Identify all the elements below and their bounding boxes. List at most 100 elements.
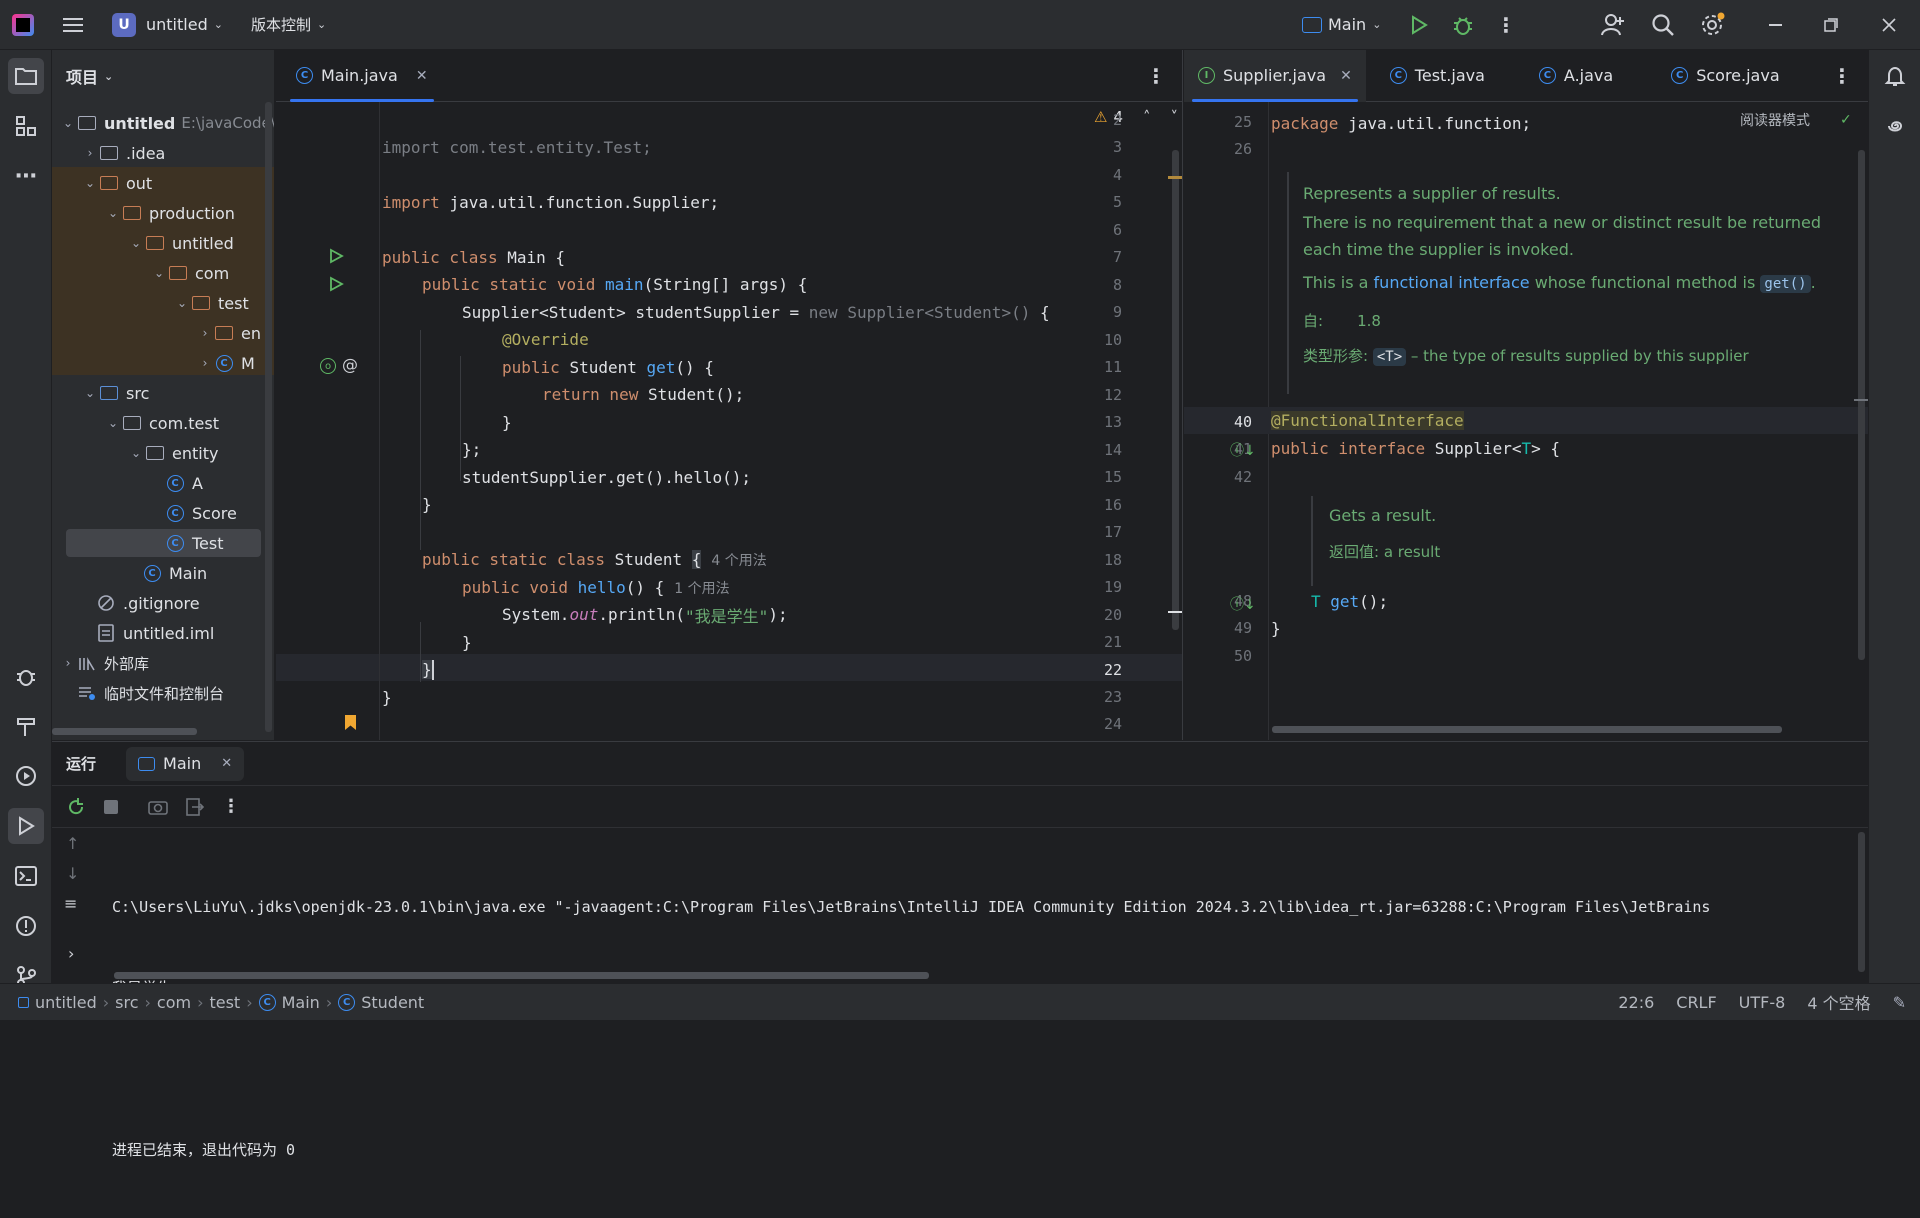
ai-assistant-button[interactable] [1877,108,1913,144]
tab-score-java[interactable]: C Score.java [1657,50,1793,102]
code-line-11[interactable]: public Student get() { [502,354,714,381]
minimize-button[interactable] [1760,14,1790,36]
code-line-10[interactable]: @Override [502,326,589,353]
tree-item-untitled-out[interactable]: ⌄ untitled [128,228,274,258]
tree-item-production[interactable]: ⌄ production [105,198,274,228]
tree-item-out[interactable]: ⌄ out [82,168,274,198]
code-line-9[interactable]: Supplier<Student> studentSupplier = new … [462,299,1050,326]
tree-item-score[interactable]: C Score [164,498,274,528]
vcs-menu[interactable]: 版本控制 ⌄ [243,7,334,43]
tree-item-test-out[interactable]: ⌄ test [174,288,274,318]
camera-icon[interactable] [148,798,168,816]
run-gutter-button[interactable] [328,248,344,268]
tree-item-entity-out[interactable]: › en [197,318,274,348]
add-user-button[interactable] [1600,12,1628,38]
breadcrumb-main[interactable]: C Main [253,993,326,1012]
implemented-gutter-icon[interactable]: ⓘ↓ [1230,440,1256,460]
tree-item-src[interactable]: ⌄ src [82,378,274,408]
arrow-down-icon[interactable]: ↓ [66,864,79,883]
tree-item-idea[interactable]: › .idea [82,138,274,168]
code-line-48[interactable]: T get (); [1311,588,1388,615]
more-icon[interactable]: ⋮ [222,796,240,817]
tree-item-com-test[interactable]: ⌄ com.test [105,408,274,438]
code-line-23[interactable]: } [382,684,392,711]
exit-icon[interactable] [186,797,204,816]
console-scrollbar-v[interactable] [1858,832,1865,972]
at-gutter-icon[interactable]: @ [342,355,358,374]
split-scrollbar-v[interactable] [1858,150,1865,660]
tree-item-main[interactable]: C Main [141,558,274,588]
restore-button[interactable] [1816,14,1846,36]
tree-item-test[interactable]: C Test [164,528,274,558]
tree-item-untitled[interactable]: ⌄ untitled E:\javaCode\ [60,108,274,138]
debug-tool-button[interactable] [8,658,44,694]
split-scrollbar-h[interactable] [1272,726,1782,733]
close-window-button[interactable] [1874,14,1904,36]
close-tab-icon[interactable]: ✕ [221,756,232,771]
search-button[interactable] [1650,12,1678,38]
tree-item-entity[interactable]: ⌄ entity [128,438,274,468]
services-tool-button[interactable] [8,758,44,794]
structure-tool-button[interactable] [8,108,44,144]
code-line-21[interactable]: } [462,629,472,656]
code-line-22[interactable]: } [422,656,434,683]
inspection-widget[interactable]: ⚠ 4 ˄ ˅ [1094,108,1178,126]
more-actions-button[interactable]: ⋮ [1496,12,1516,38]
tree-item-gitignore[interactable]: .gitignore [95,588,274,618]
chevron-up-icon[interactable]: ˄ [1143,108,1151,126]
project-panel-header[interactable]: 项目 ⌄ [52,50,274,102]
more-tools-button[interactable]: ⋯ [8,158,44,194]
tree-item-a[interactable]: C A [164,468,274,498]
code-line-41[interactable]: public interface Supplier< T > { [1271,435,1560,462]
override-gutter-icon[interactable]: o [320,358,336,374]
line-separator[interactable]: CRLF [1676,993,1716,1012]
code-line-14[interactable]: }; [462,436,481,463]
chevron-down-icon[interactable]: ˅ [1171,108,1179,126]
tab-options-button[interactable]: ⋮ [1146,64,1166,88]
breadcrumb-src[interactable]: src [109,993,144,1012]
tree-item-iml[interactable]: untitled.iml [95,618,274,648]
breadcrumb-com[interactable]: com [151,993,197,1012]
terminal-tool-button[interactable] [8,858,44,894]
run-button[interactable] [1406,12,1432,38]
code-line-20[interactable]: System. out .println("我是学生"); [502,601,788,628]
console-output[interactable]: C:\Users\LiuYu\.jdks\openjdk-23.0.1\bin\… [112,840,1862,1218]
close-tab-icon[interactable]: ✕ [1340,68,1352,84]
code-line-12[interactable]: return new Student(); [542,381,744,408]
breadcrumb-test[interactable]: test [203,993,246,1012]
soft-wrap-icon[interactable]: ≡ [64,894,77,913]
main-menu-button[interactable] [54,7,92,43]
project-switcher[interactable]: U untitled ⌄ [104,7,231,43]
editor-scrollbar[interactable] [1172,150,1179,630]
run-config-selector[interactable]: Main ⌄ [1294,7,1389,43]
get-method-link[interactable]: get() [1760,275,1811,293]
code-line-40[interactable]: @FunctionalInterface [1271,407,1464,434]
file-encoding[interactable]: UTF-8 [1739,993,1786,1012]
breadcrumb-project[interactable]: untitled [12,993,103,1012]
tab-main-java[interactable]: C Main.java ✕ [282,50,442,102]
tree-item-main-out[interactable]: › C M [197,348,274,378]
tree-item-com[interactable]: ⌄ com [151,258,274,288]
run-tab-main[interactable]: Main ✕ [126,746,245,781]
code-line-8[interactable]: public static void main (String[] args) { [422,271,807,298]
code-line-15[interactable]: studentSupplier.get().hello(); [462,464,751,491]
project-scrollbar-v[interactable] [265,102,272,732]
tab-a-java[interactable]: C A.java [1525,50,1627,102]
chevron-right-icon[interactable]: › [68,944,74,963]
reader-mode-toggle[interactable]: 阅读器模式 ✓ [1740,110,1852,130]
code-line-3[interactable]: import com.test.entity.Test; [382,134,652,161]
tree-item-external-libs[interactable]: › 外部库 [60,648,274,678]
code-line-5[interactable]: import java.util.function.Supplier; [382,189,719,216]
tree-item-scratches[interactable]: 临时文件和控制台 [76,678,274,708]
project-scrollbar-h[interactable] [52,728,197,735]
run-gutter-button[interactable] [328,276,344,296]
tab-options-button[interactable]: ⋮ [1832,64,1852,88]
code-line-19[interactable]: public void hello() {1 个用法 [462,574,730,601]
implemented-gutter-icon[interactable]: ⓘ↓ [1230,594,1256,614]
tab-supplier-java[interactable]: I Supplier.java ✕ [1184,49,1366,102]
project-tool-button[interactable] [8,58,44,94]
code-line-16[interactable]: } [422,491,432,518]
code-line-7[interactable]: public class Main { [382,244,565,271]
settings-button[interactable] [1700,12,1728,38]
caret-position[interactable]: 22:6 [1618,993,1654,1012]
